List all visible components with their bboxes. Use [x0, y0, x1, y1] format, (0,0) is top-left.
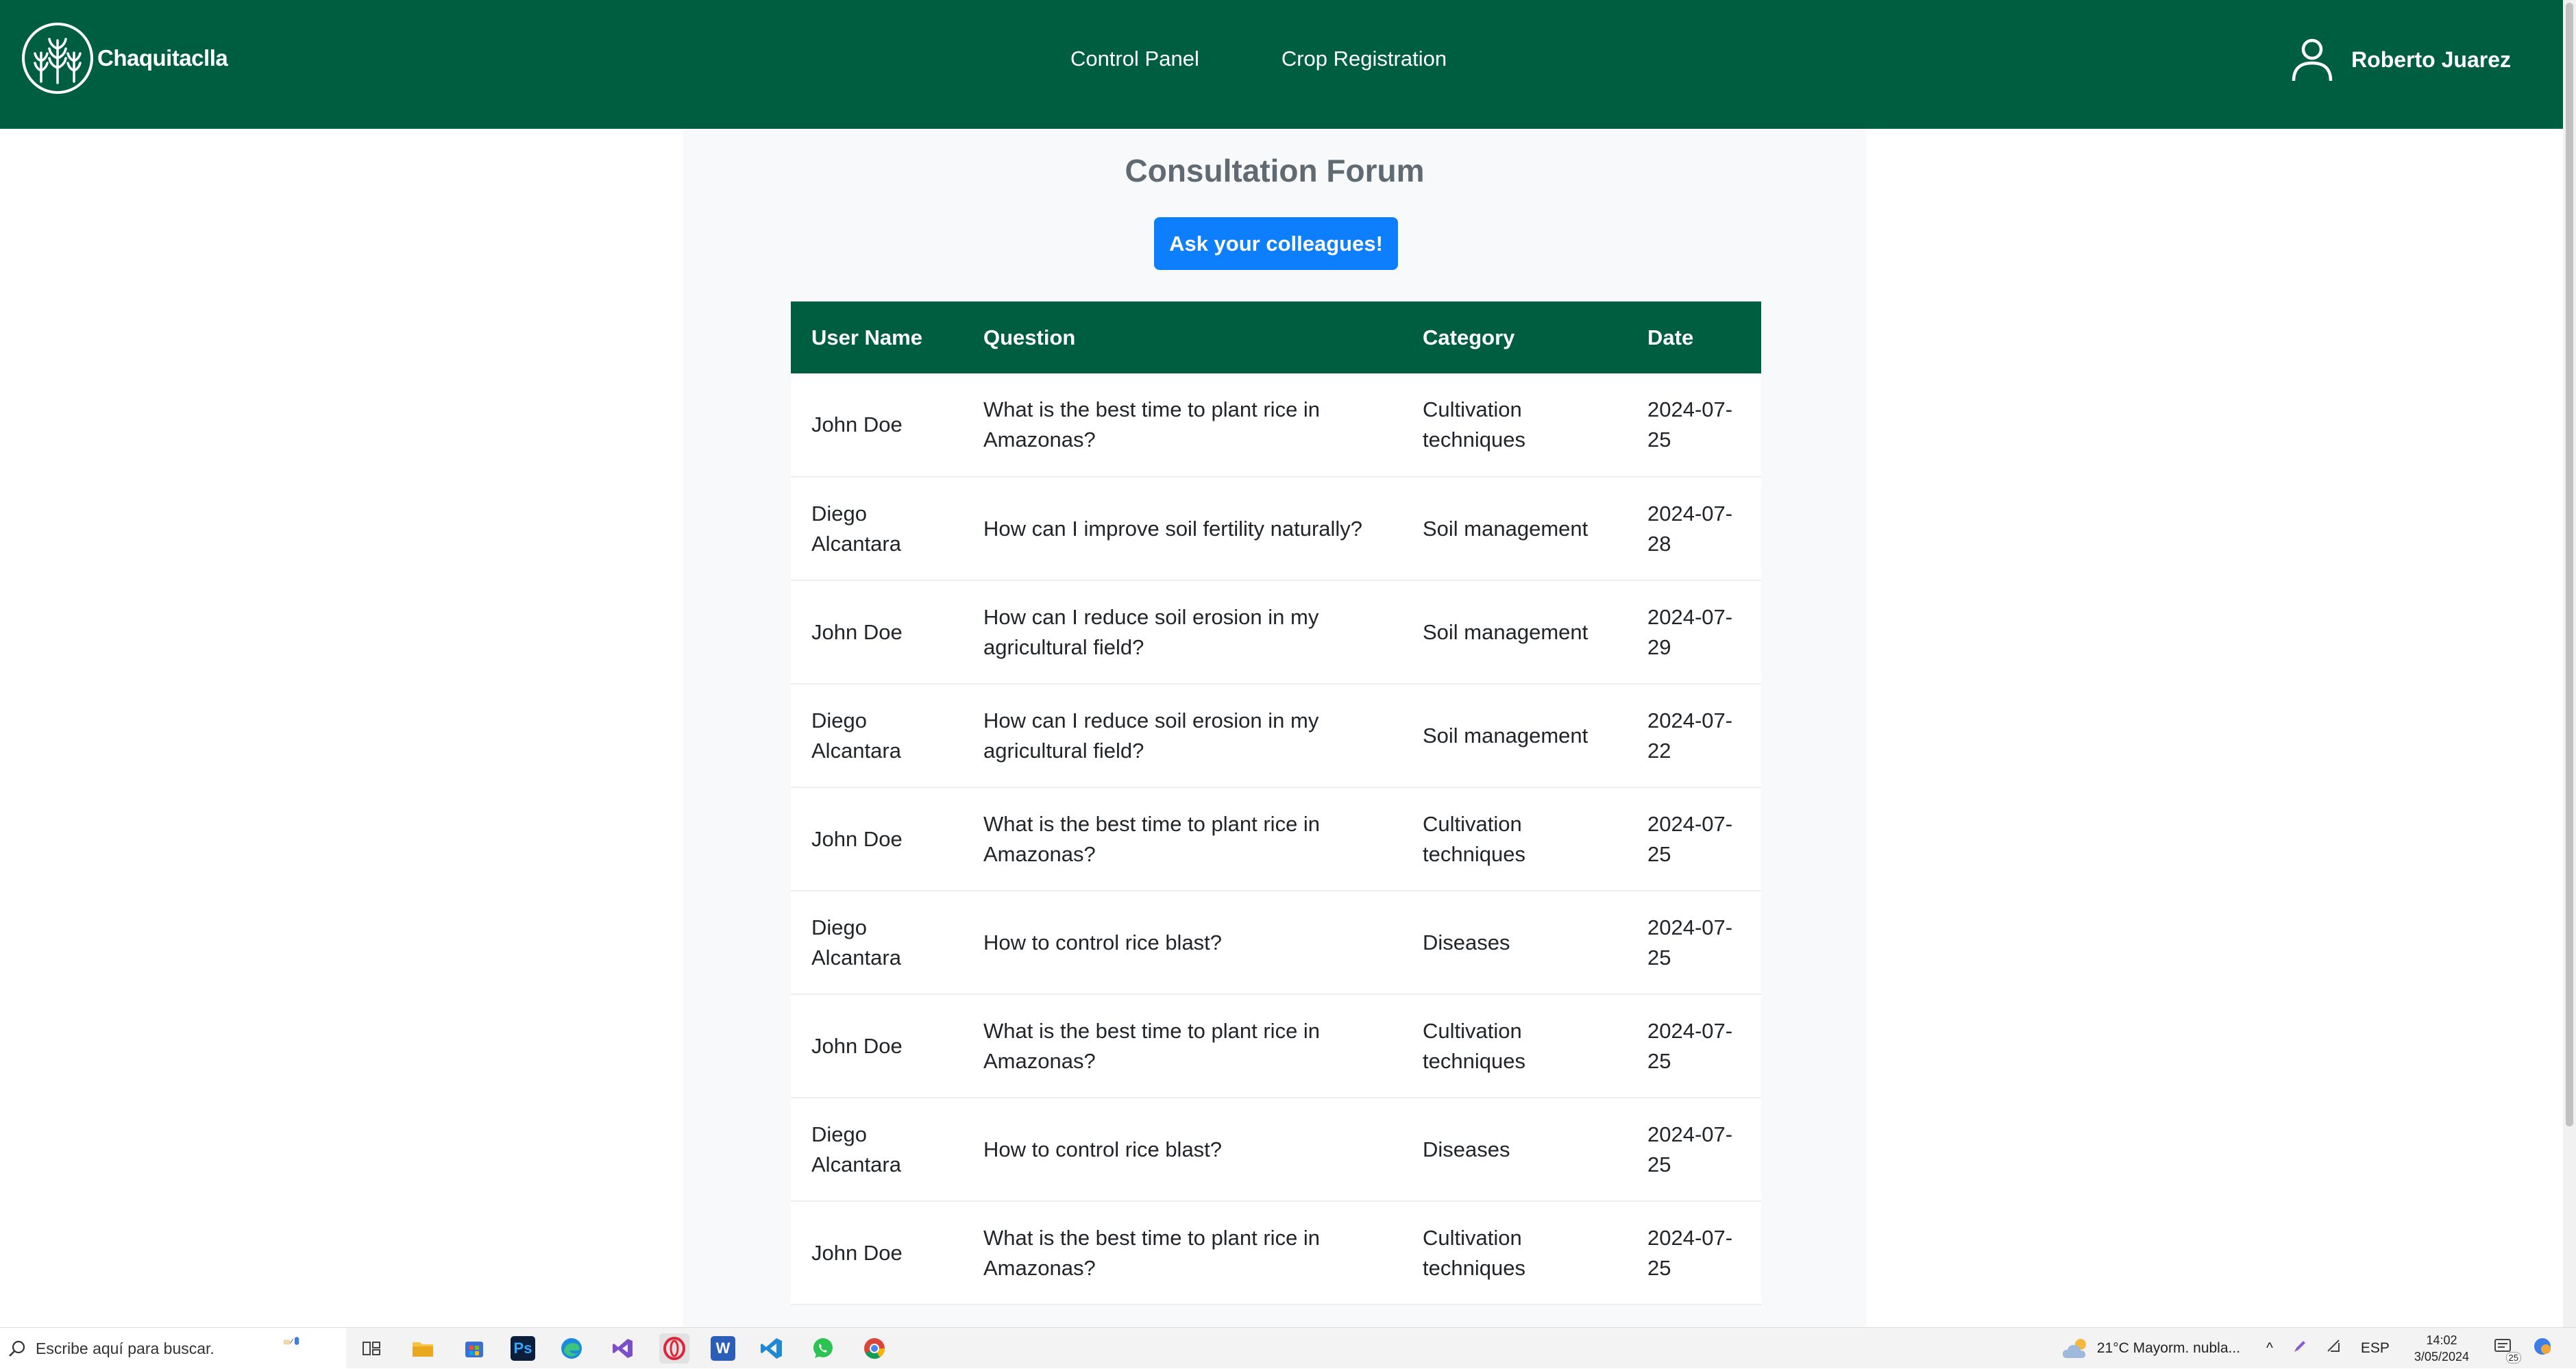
cell-user-name: John Doe	[791, 787, 963, 891]
column-header-question: Question	[963, 301, 1402, 373]
edge-icon[interactable]	[556, 1333, 587, 1364]
user-icon	[2292, 38, 2333, 82]
cell-user-name: John Doe	[791, 580, 963, 684]
word-icon[interactable]: W	[711, 1336, 735, 1361]
table-row[interactable]: John Doe What is the best time to plant …	[791, 787, 1761, 891]
ask-colleagues-button[interactable]: Ask your colleagues!	[1154, 217, 1398, 270]
cell-date: 2024-07-25	[1627, 373, 1761, 478]
column-header-user-name: User Name	[791, 301, 963, 373]
store-icon[interactable]	[459, 1333, 489, 1364]
cell-date: 2024-07-28	[1627, 477, 1761, 581]
column-header-date: Date	[1627, 301, 1761, 373]
table-row[interactable]: John Doe What is the best time to plant …	[791, 1201, 1761, 1305]
cell-category: Soil management	[1402, 580, 1627, 684]
visual-studio-icon[interactable]	[608, 1333, 638, 1364]
cell-date: 2024-07-25	[1627, 891, 1761, 995]
cell-category: Soil management	[1402, 477, 1627, 581]
cell-question: What is the best time to plant rice in A…	[963, 373, 1402, 478]
cell-question: What is the best time to plant rice in A…	[963, 787, 1402, 891]
main-nav: Control Panel Crop Registration	[1070, 47, 1447, 71]
weather-widget[interactable]: 21°C Mayorm. nubla...	[2061, 1336, 2240, 1361]
cell-date: 2024-07-25	[1627, 787, 1761, 891]
cell-user-name: Diego Alcantara	[791, 477, 963, 581]
task-view-icon[interactable]	[356, 1333, 387, 1364]
table-row[interactable]: John Doe What is the best time to plant …	[791, 373, 1761, 478]
notification-count: 25	[2505, 1352, 2521, 1364]
system-tray: 21°C Mayorm. nubla... ^ ESP 14:02 3/05/2…	[2061, 1328, 2562, 1369]
cell-user-name: Diego Alcantara	[791, 1098, 963, 1202]
cell-question: How can I reduce soil erosion in my agri…	[963, 580, 1402, 684]
cell-category: Cultivation techniques	[1402, 373, 1627, 478]
file-explorer-icon[interactable]	[408, 1333, 438, 1364]
chevron-up-icon[interactable]: ^	[2266, 1340, 2273, 1357]
language-indicator[interactable]: ESP	[2361, 1340, 2390, 1357]
user-name: Roberto Juarez	[2351, 47, 2511, 72]
cloud-icon	[2062, 1339, 2086, 1358]
photoshop-icon[interactable]: Ps	[511, 1336, 535, 1361]
photoshop-label: Ps	[513, 1340, 532, 1357]
cell-category: Soil management	[1402, 684, 1627, 788]
clock-time: 14:02	[2426, 1333, 2457, 1347]
clock-date: 3/05/2024	[2414, 1350, 2469, 1364]
whatsapp-icon[interactable]	[808, 1333, 838, 1364]
cell-user-name: John Doe	[791, 373, 963, 478]
table-header-row: User Name Question Category Date	[791, 301, 1761, 373]
taskbar-apps: Ps W	[356, 1328, 890, 1369]
cell-question: What is the best time to plant rice in A…	[963, 994, 1402, 1098]
table-row[interactable]: Diego Alcantara How can I reduce soil er…	[791, 684, 1761, 788]
cell-category: Cultivation techniques	[1402, 994, 1627, 1098]
cell-question: How to control rice blast?	[963, 891, 1402, 995]
chrome-icon[interactable]	[859, 1333, 890, 1364]
network-icon[interactable]	[2327, 1339, 2342, 1358]
table-row[interactable]: Diego Alcantara How to control rice blas…	[791, 891, 1761, 995]
nav-link-control-panel[interactable]: Control Panel	[1070, 47, 1199, 71]
cell-date: 2024-07-25	[1627, 1201, 1761, 1305]
user-menu[interactable]: Roberto Juarez	[2288, 36, 2511, 84]
nav-link-crop-registration[interactable]: Crop Registration	[1281, 47, 1447, 71]
clock[interactable]: 14:02 3/05/2024	[2414, 1332, 2469, 1365]
cell-category: Diseases	[1402, 891, 1627, 995]
page-scrollbar[interactable]	[2563, 0, 2576, 1327]
cell-date: 2024-07-22	[1627, 684, 1761, 788]
wheat-logo-icon	[22, 23, 93, 94]
pen-icon[interactable]	[2292, 1339, 2307, 1358]
copilot-icon[interactable]	[2532, 1336, 2553, 1361]
page-title: Consultation Forum	[1125, 153, 1425, 188]
forum-table: User Name Question Category Date John Do…	[791, 301, 1761, 1305]
brand-logo[interactable]: Chaquitaclla	[21, 21, 228, 96]
vscode-icon[interactable]	[757, 1333, 787, 1364]
cell-question: How can I reduce soil erosion in my agri…	[963, 684, 1402, 788]
cell-user-name: Diego Alcantara	[791, 891, 963, 995]
notifications-icon[interactable]: 25	[2494, 1337, 2521, 1364]
table-row[interactable]: John Doe How can I reduce soil erosion i…	[791, 580, 1761, 684]
forum-panel: Consultation Forum Ask your colleagues! …	[685, 129, 1864, 1328]
search-highlight-icon	[284, 1337, 299, 1345]
search-placeholder: Escribe aquí para buscar.	[36, 1339, 214, 1357]
cell-user-name: John Doe	[791, 1201, 963, 1305]
weather-text: 21°C Mayorm. nubla...	[2096, 1340, 2241, 1356]
brand-name: Chaquitaclla	[97, 45, 228, 71]
table-row[interactable]: Diego Alcantara How to control rice blas…	[791, 1098, 1761, 1202]
column-header-category: Category	[1402, 301, 1627, 373]
windows-taskbar: Escribe aquí para buscar. Ps W 21°C Mayo…	[0, 1327, 2576, 1369]
cell-date: 2024-07-25	[1627, 1098, 1761, 1202]
cell-category: Cultivation techniques	[1402, 787, 1627, 891]
cell-user-name: John Doe	[791, 994, 963, 1098]
cell-category: Diseases	[1402, 1098, 1627, 1202]
search-icon	[9, 1340, 25, 1357]
taskbar-search-box[interactable]: Escribe aquí para buscar.	[0, 1328, 346, 1369]
table-row[interactable]: Diego Alcantara How can I improve soil f…	[791, 477, 1761, 581]
top-navbar: Chaquitaclla Control Panel Crop Registra…	[0, 0, 2563, 129]
cell-date: 2024-07-25	[1627, 994, 1761, 1098]
cell-question: How can I improve soil fertility natural…	[963, 477, 1402, 581]
cell-question: What is the best time to plant rice in A…	[963, 1201, 1402, 1305]
cell-user-name: Diego Alcantara	[791, 684, 963, 788]
opera-icon[interactable]	[659, 1333, 689, 1364]
word-label: W	[715, 1340, 731, 1357]
table-row[interactable]: John Doe What is the best time to plant …	[791, 994, 1761, 1098]
cell-category: Cultivation techniques	[1402, 1201, 1627, 1305]
cell-date: 2024-07-29	[1627, 580, 1761, 684]
cell-question: How to control rice blast?	[963, 1098, 1402, 1202]
scrollbar-thumb[interactable]	[2566, 3, 2573, 1126]
